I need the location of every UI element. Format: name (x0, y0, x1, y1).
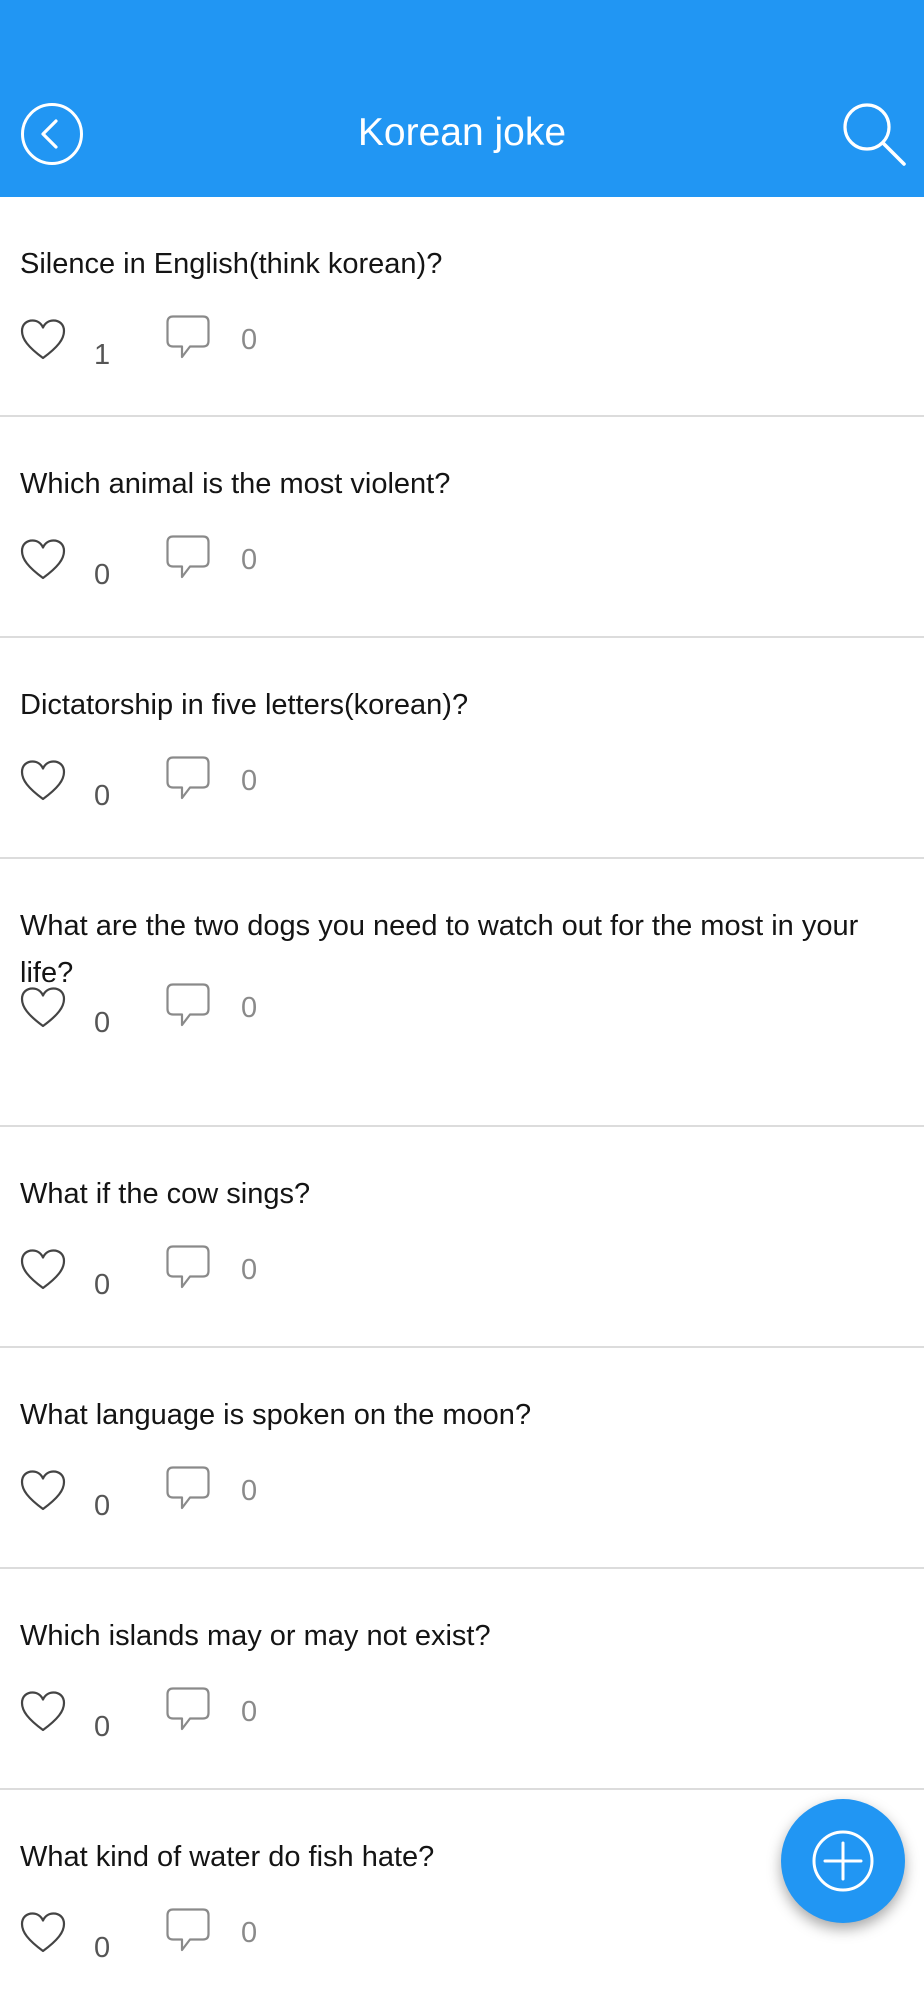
heart-icon[interactable] (20, 1912, 66, 1954)
like-count: 0 (94, 780, 111, 812)
comment-icon[interactable] (166, 983, 210, 1029)
post-item[interactable]: Which animal is the most violent? 0 0 (0, 417, 924, 638)
like-count: 0 (94, 1007, 111, 1039)
comment-icon[interactable] (166, 1687, 210, 1733)
heart-icon[interactable] (20, 987, 66, 1029)
comment-icon[interactable] (166, 535, 210, 581)
heart-icon[interactable] (20, 1249, 66, 1291)
plus-circle-icon (812, 1830, 874, 1892)
post-item[interactable]: Which islands may or may not exist? 0 0 (0, 1569, 924, 1790)
post-question: Dictatorship in five letters(korean)? (20, 689, 469, 721)
post-item[interactable]: What language is spoken on the moon? 0 0 (0, 1348, 924, 1569)
heart-icon[interactable] (20, 539, 66, 581)
comment-count: 0 (241, 992, 258, 1024)
back-button[interactable] (20, 102, 84, 166)
comment-count: 0 (241, 1696, 258, 1728)
post-item[interactable]: Silence in English(think korean)? 1 0 (0, 197, 924, 417)
post-list: Silence in English(think korean)? 1 0 Which… (0, 197, 924, 2000)
add-post-button[interactable] (781, 1799, 905, 1923)
like-count: 1 (94, 339, 111, 371)
comment-count: 0 (241, 324, 258, 356)
post-question: What if the cow sings? (20, 1178, 311, 1210)
like-count: 0 (94, 559, 111, 591)
search-icon (843, 103, 906, 166)
comment-icon[interactable] (166, 1466, 210, 1512)
comment-icon[interactable] (166, 315, 210, 361)
comment-count: 0 (241, 1475, 258, 1507)
like-count: 0 (94, 1932, 111, 1964)
post-question: Which islands may or may not exist? (20, 1620, 491, 1652)
comment-count: 0 (241, 1254, 258, 1286)
chevron-left-circle-icon (21, 103, 83, 165)
post-question: Silence in English(think korean)? (20, 248, 443, 280)
post-question: What kind of water do fish hate? (20, 1841, 435, 1873)
comment-count: 0 (241, 765, 258, 797)
search-button[interactable] (840, 100, 908, 168)
like-count: 0 (94, 1711, 111, 1743)
post-question: What language is spoken on the moon? (20, 1399, 532, 1431)
post-item[interactable]: What kind of water do fish hate? 0 0 (0, 1790, 924, 2000)
heart-icon[interactable] (20, 319, 66, 361)
comment-count: 0 (241, 1917, 258, 1949)
heart-icon[interactable] (20, 1470, 66, 1512)
comment-icon[interactable] (166, 756, 210, 802)
comment-count: 0 (241, 544, 258, 576)
page-title: Korean joke (357, 111, 567, 154)
like-count: 0 (94, 1490, 111, 1522)
like-count: 0 (94, 1269, 111, 1301)
app-header: Korean joke (0, 0, 924, 197)
post-question: Which animal is the most violent? (20, 468, 451, 500)
post-item[interactable]: Dictatorship in five letters(korean)? 0 0 (0, 638, 924, 859)
heart-icon[interactable] (20, 760, 66, 802)
post-item[interactable]: What if the cow sings? 0 0 (0, 1127, 924, 1348)
post-item[interactable]: What are the two dogs you need to watch … (0, 859, 924, 1127)
comment-icon[interactable] (166, 1245, 210, 1291)
heart-icon[interactable] (20, 1691, 66, 1733)
post-question: What are the two dogs you need to watch … (20, 910, 859, 989)
comment-icon[interactable] (166, 1908, 210, 1954)
